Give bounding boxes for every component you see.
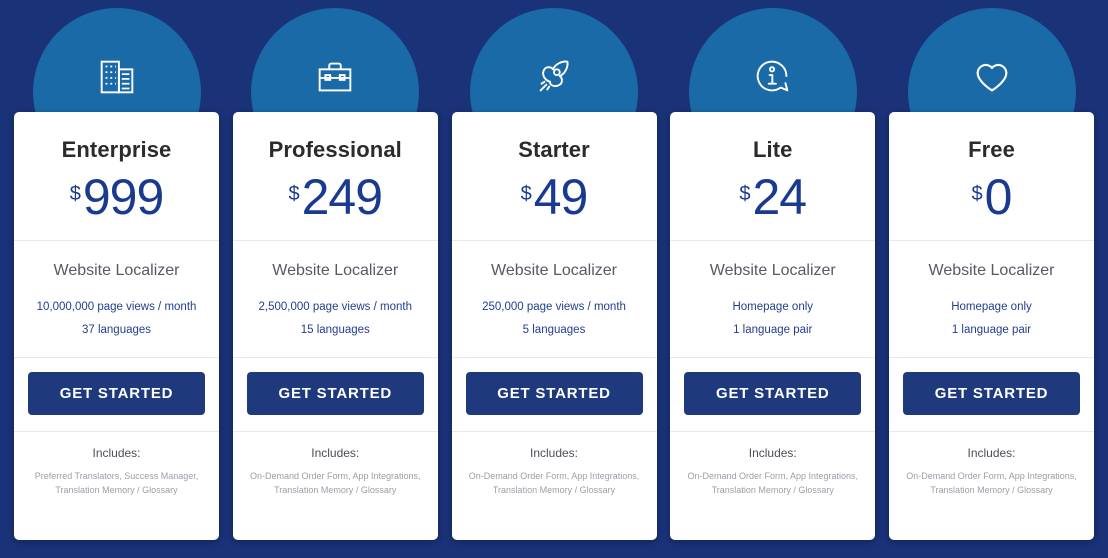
plan-includes: Includes: On-Demand Order Form, App Inte… [233,432,438,540]
plan-spec-pageviews: Homepage only [732,301,814,314]
plan-currency-symbol: $ [739,183,751,206]
plan-card-free[interactable]: Free $ 0 Website Localizer Homepage only… [889,112,1094,540]
plan-product-name: Website Localizer [709,262,836,280]
plan-cta-wrapper: GET STARTED [451,358,657,433]
includes-label: Includes: [967,446,1016,461]
plan-spec-list: Homepage only 1 language pair [897,296,1086,341]
plan-price-amount: 999 [82,169,164,226]
plan-price-amount: 249 [301,169,383,226]
plan-card-professional[interactable]: Professional $ 249 Website Localizer 2,5… [232,112,438,540]
plan-currency-symbol: $ [520,183,532,206]
briefcase-icon [312,54,358,100]
plan-name: Starter [518,137,590,162]
plan-name: Free [968,137,1015,162]
plan-cta-wrapper: GET STARTED [232,358,438,433]
plan-spec-list: Homepage only 1 language pair [678,296,867,341]
includes-label: Includes: [92,446,141,461]
plan-price: $ 999 [24,172,209,222]
plan-head: Starter $ 49 [451,112,657,242]
plan-spec-languages: 15 languages [300,323,370,336]
plan-includes: Includes: On-Demand Order Form, App Inte… [452,432,657,540]
pricing-plan-professional: Professional $ 249 Website Localizer 2,5… [232,0,438,558]
plan-spec-pageviews: Homepage only [951,301,1032,314]
plan-currency-symbol: $ [971,183,983,206]
plan-spec-languages: 1 language pair [733,323,813,336]
get-started-button[interactable]: GET STARTED [684,372,862,416]
plan-cta-wrapper: GET STARTED [670,358,876,433]
get-started-button[interactable]: GET STARTED [465,372,643,416]
plan-spec-languages: 5 languages [522,323,586,336]
get-started-button[interactable]: GET STARTED [246,372,424,416]
plan-product-name: Website Localizer [491,262,617,280]
plan-cta-wrapper: GET STARTED [889,358,1094,433]
plan-spec-list: 250,000 page views / month 5 languages [460,296,649,341]
plan-specs: Website Localizer 250,000 page views / m… [451,241,657,359]
info-bubble-icon [750,54,796,100]
plan-name: Lite [752,137,793,162]
plan-specs: Website Localizer Homepage only 1 langua… [670,241,876,359]
plan-cta-wrapper: GET STARTED [14,358,219,433]
plan-spec-pageviews: 2,500,000 page views / month [258,301,412,314]
includes-text: Preferred Translators, Success Manager, … [34,470,199,495]
includes-text: On-Demand Order Form, App Integrations, … [249,470,421,495]
plan-specs: Website Localizer 2,500,000 page views /… [232,241,438,359]
plan-card-enterprise[interactable]: Enterprise $ 999 Website Localizer 10,00… [14,112,219,540]
plan-name: Professional [268,137,402,162]
plan-card-starter[interactable]: Starter $ 49 Website Localizer 250,000 p… [451,112,657,540]
get-started-button[interactable]: GET STARTED [903,372,1080,416]
plan-includes: Includes: On-Demand Order Form, App Inte… [670,432,875,540]
pricing-plan-enterprise: Enterprise $ 999 Website Localizer 10,00… [14,0,219,558]
plan-spec-list: 2,500,000 page views / month 15 language… [241,296,430,341]
plan-spec-list: 10,000,000 page views / month 37 languag… [22,296,211,341]
plan-spec-pageviews: 10,000,000 page views / month [36,301,197,314]
includes-label: Includes: [311,446,360,461]
plan-price-amount: 24 [752,169,808,226]
plan-price: $ 0 [899,172,1084,222]
plan-currency-symbol: $ [288,183,300,206]
plan-product-name: Website Localizer [53,262,180,280]
plan-product-name: Website Localizer [272,262,399,280]
plan-spec-languages: 1 language pair [951,323,1032,336]
rocket-icon [531,54,577,100]
pricing-board: Enterprise $ 999 Website Localizer 10,00… [0,0,1108,558]
plan-price-amount: 49 [533,169,589,226]
plan-includes: Includes: On-Demand Order Form, App Inte… [889,432,1094,540]
includes-text: On-Demand Order Form, App Integrations, … [906,470,1077,495]
plan-head: Enterprise $ 999 [14,112,219,242]
heart-icon [969,54,1015,100]
office-building-icon [94,54,140,100]
plan-name: Enterprise [61,137,172,162]
plan-price: $ 24 [680,172,865,222]
plan-price: $ 249 [243,172,428,222]
pricing-plan-starter: Starter $ 49 Website Localizer 250,000 p… [451,0,657,558]
plan-head: Professional $ 249 [232,112,438,242]
includes-label: Includes: [529,446,579,461]
pricing-plan-free: Free $ 0 Website Localizer Homepage only… [889,0,1094,558]
pricing-plans-row: Enterprise $ 999 Website Localizer 10,00… [0,0,1108,558]
pricing-plan-lite: Lite $ 24 Website Localizer Homepage onl… [670,0,876,558]
plan-head: Free $ 0 [889,112,1094,242]
plan-specs: Website Localizer 10,000,000 page views … [14,241,219,359]
plan-price-amount: 0 [984,169,1013,226]
includes-text: On-Demand Order Form, App Integrations, … [468,470,640,495]
plan-includes: Includes: Preferred Translators, Success… [14,432,219,540]
includes-text: On-Demand Order Form, App Integrations, … [687,470,859,495]
plan-price: $ 49 [462,172,647,222]
includes-label: Includes: [748,446,797,461]
plan-spec-pageviews: 250,000 page views / month [482,301,626,314]
plan-card-lite[interactable]: Lite $ 24 Website Localizer Homepage onl… [670,112,876,540]
plan-currency-symbol: $ [69,183,81,206]
plan-head: Lite $ 24 [670,112,876,242]
get-started-button[interactable]: GET STARTED [28,372,205,416]
plan-specs: Website Localizer Homepage only 1 langua… [889,241,1094,359]
plan-spec-languages: 37 languages [81,323,152,336]
plan-product-name: Website Localizer [928,262,1055,280]
